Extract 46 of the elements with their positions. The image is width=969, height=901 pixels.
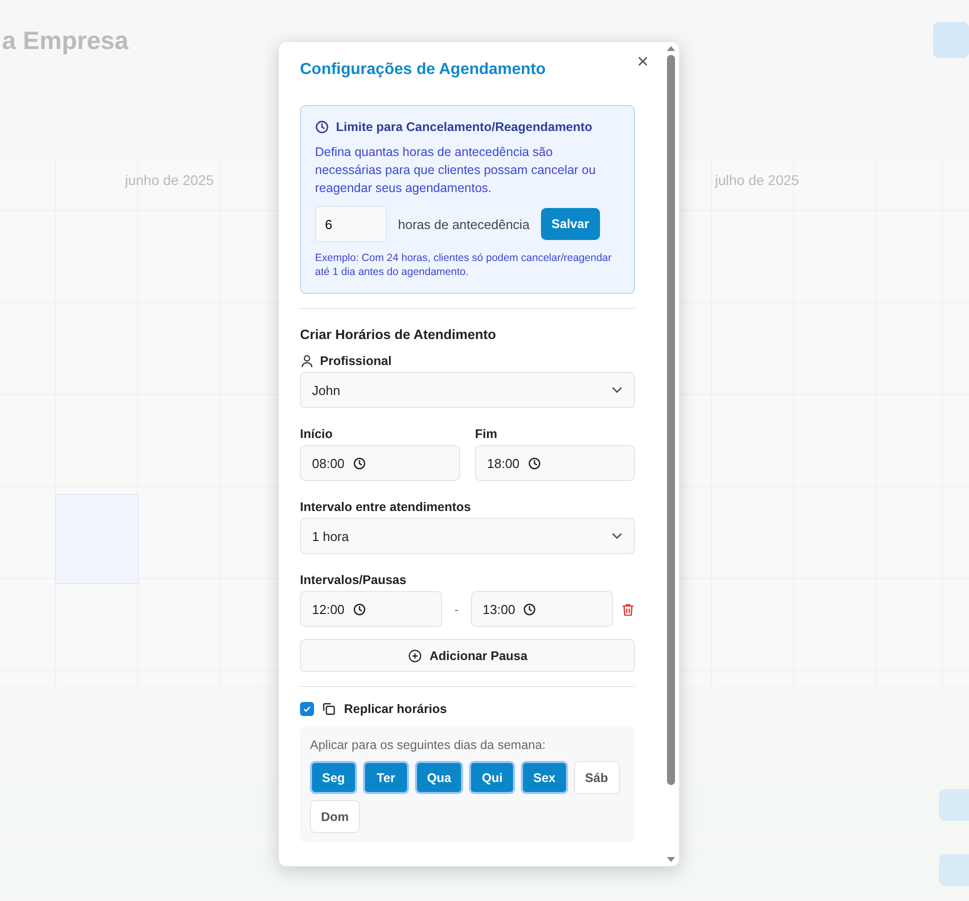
save-button[interactable]: Salvar xyxy=(540,208,600,240)
start-time-field[interactable]: 08:00 xyxy=(300,445,460,481)
close-button[interactable]: × xyxy=(633,52,653,72)
panel-title: Limite para Cancelamento/Reagendamento xyxy=(336,120,592,134)
field-label: Fim xyxy=(475,427,498,441)
field-label: Profissional xyxy=(320,354,392,368)
field-label: Início xyxy=(300,427,334,441)
weekday-toggle[interactable]: Sex xyxy=(521,761,568,794)
weekdays-prompt: Aplicar para os seguintes dias da semana: xyxy=(310,738,547,752)
clock-icon xyxy=(352,456,366,470)
replicate-checkbox[interactable] xyxy=(300,702,314,716)
trash-icon[interactable] xyxy=(621,602,635,616)
professional-select[interactable]: John xyxy=(300,372,635,408)
month-label: julho de 2025 xyxy=(715,172,800,188)
plus-circle-icon xyxy=(408,648,422,662)
weekday-toggle[interactable]: Qui xyxy=(469,761,516,794)
example-text: Exemplo: Com 24 horas, clientes só podem cancelar/reagendar até 1 dia antes do agendamento. xyxy=(315,251,612,279)
field-label: Intervalos/Pausas xyxy=(300,573,408,587)
range-separator: - xyxy=(454,602,459,616)
interval-select[interactable]: 1 hora xyxy=(300,518,635,554)
section-title: Criar Horários de Atendimento xyxy=(300,327,498,342)
hours-input[interactable]: 6 xyxy=(315,206,387,242)
field-label: Intervalo entre atendimentos xyxy=(300,500,472,514)
break-end-field[interactable]: 13:00 xyxy=(470,591,613,627)
break-start-field[interactable]: 12:00 xyxy=(300,591,442,627)
clock-icon xyxy=(352,602,366,616)
weekday-toggle[interactable]: Seg xyxy=(310,761,357,794)
weekday-toggle[interactable]: Qua xyxy=(414,761,464,794)
description-text: Defina quantas horas de antecedência são necessárias para que clientes possam cancelar ou reagendar seus agendamentos. xyxy=(315,144,597,197)
end-time-field[interactable]: 18:00 xyxy=(475,445,635,481)
clock-icon xyxy=(523,602,536,616)
month-label: junho de 2025 xyxy=(125,172,214,188)
hours-label: horas de antecedência xyxy=(398,216,530,232)
add-break-button[interactable]: Adicionar Pausa xyxy=(300,639,635,672)
weekday-toggle[interactable]: Sáb xyxy=(574,761,620,794)
page-title: a Empresa xyxy=(2,27,128,56)
checkmark-icon xyxy=(302,704,312,714)
copy-icon xyxy=(322,702,336,716)
weekday-toggle[interactable]: Ter xyxy=(362,761,409,794)
dialog-title: Configurações de Agendamento xyxy=(300,61,547,79)
person-icon xyxy=(300,354,314,368)
clock-icon xyxy=(528,456,541,470)
clock-icon xyxy=(315,120,329,134)
scrollbar[interactable] xyxy=(665,44,677,864)
weekday-toggle[interactable]: Dom xyxy=(310,800,360,833)
replicate-label: Replicar horários xyxy=(344,702,447,716)
